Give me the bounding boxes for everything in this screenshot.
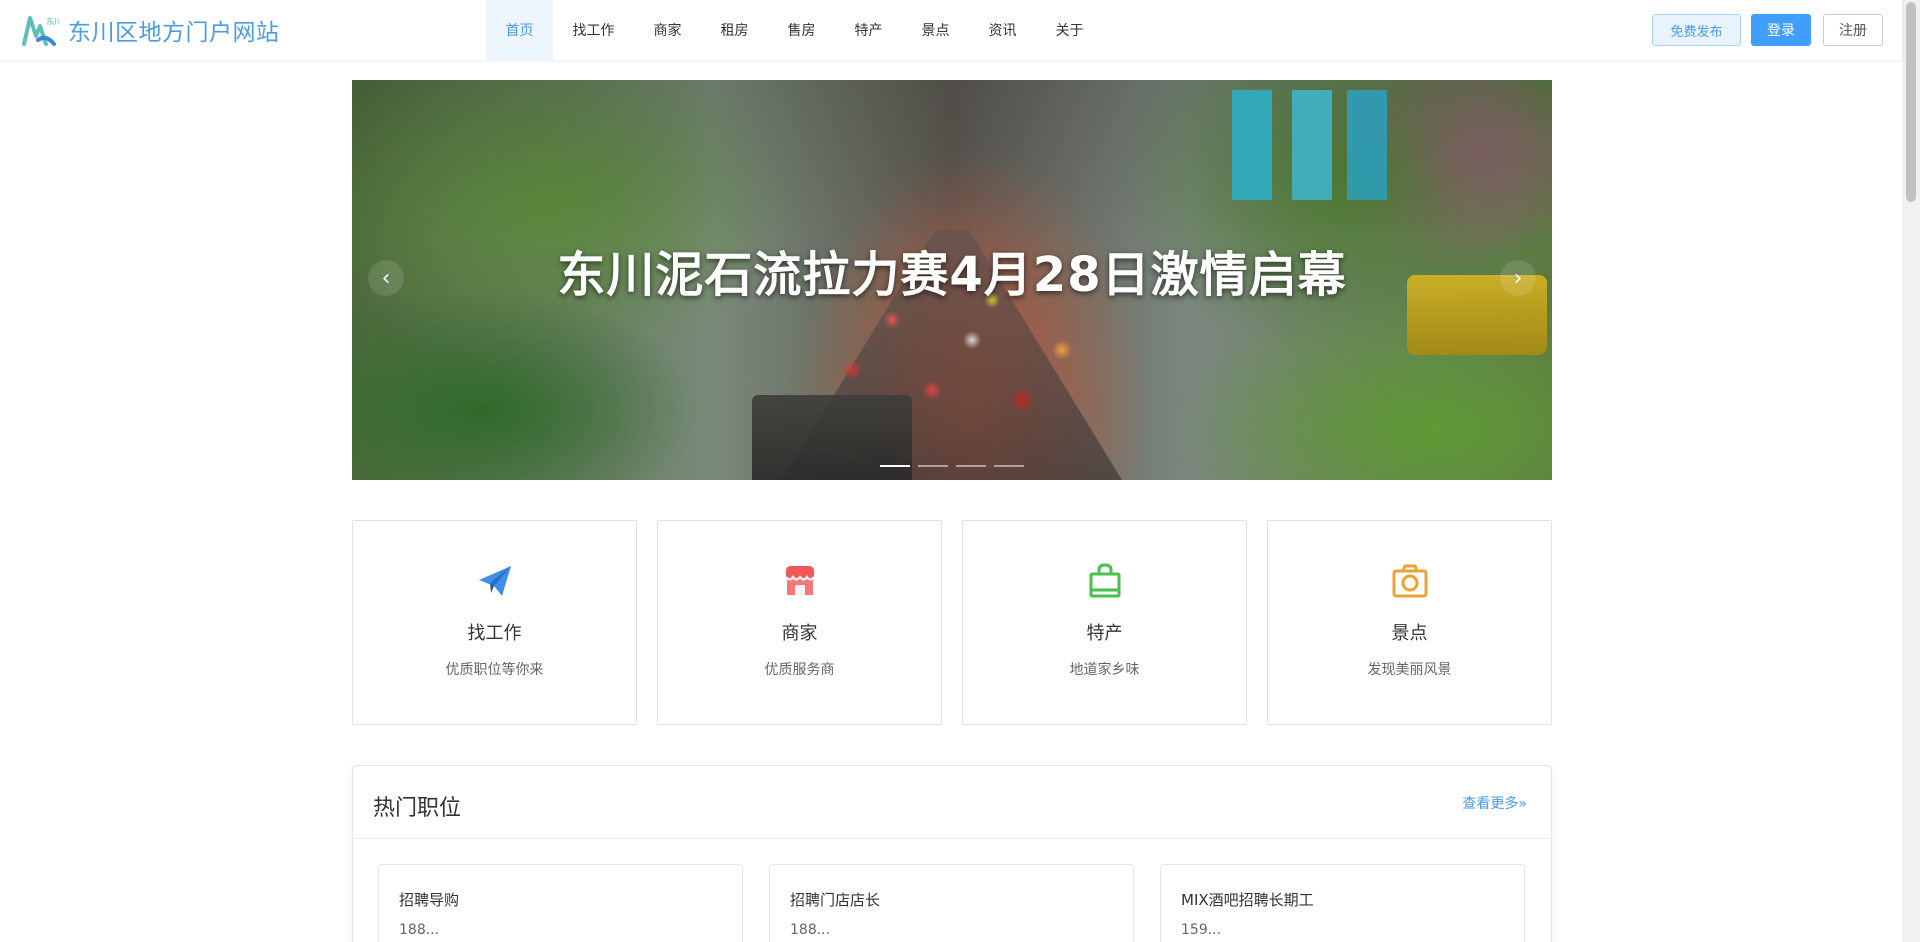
hot-jobs-header: 热门职位 查看更多» xyxy=(353,766,1551,839)
nav-item-rent[interactable]: 租房 xyxy=(701,0,768,60)
category-card-scenic[interactable]: 景点 发现美丽风景 xyxy=(1267,520,1552,725)
category-card-title: 商家 xyxy=(781,623,818,644)
register-button[interactable]: 注册 xyxy=(1823,14,1883,46)
job-card[interactable]: 招聘门店店长 188... xyxy=(769,864,1134,942)
carousel-indicator[interactable] xyxy=(918,465,948,467)
camera-icon xyxy=(1390,561,1430,601)
category-card-subtitle: 发现美丽风景 xyxy=(1367,662,1452,678)
site-name: 东川区地方门户网站 xyxy=(68,20,280,46)
carousel-indicator[interactable] xyxy=(880,465,910,467)
hot-jobs-panel: 热门职位 查看更多» 招聘导购 188... 招聘门店店长 188... MIX… xyxy=(352,765,1552,942)
category-card-subtitle: 优质服务商 xyxy=(764,662,835,678)
nav-item-specialty[interactable]: 特产 xyxy=(835,0,902,60)
category-card-merchants[interactable]: 商家 优质服务商 xyxy=(657,520,942,725)
job-title: MIX酒吧招聘长期工 xyxy=(1181,891,1314,909)
scrollbar-thumb[interactable] xyxy=(1906,2,1916,202)
hot-jobs-more-link[interactable]: 查看更多» xyxy=(1462,793,1527,813)
paper-plane-icon xyxy=(475,561,515,601)
carousel-image-flag xyxy=(1232,90,1272,200)
category-cards: 找工作 优质职位等你来 商家 优质服务商 特产 地道家乡味 景点 发现美丽风景 xyxy=(352,520,1552,725)
nav-item-news[interactable]: 资讯 xyxy=(969,0,1036,60)
category-card-title: 找工作 xyxy=(467,623,522,644)
job-salary: 188... xyxy=(790,922,831,938)
category-card-subtitle: 优质职位等你来 xyxy=(445,662,544,678)
category-card-title: 特产 xyxy=(1086,623,1123,644)
nav-item-sale[interactable]: 售房 xyxy=(768,0,835,60)
job-salary: 188... xyxy=(399,922,440,938)
carousel-prev-arrow-icon[interactable]: ‹ xyxy=(368,260,404,296)
svg-text:东川: 东川 xyxy=(46,16,60,26)
category-card-subtitle: 地道家乡味 xyxy=(1069,662,1140,678)
category-card-title: 景点 xyxy=(1391,623,1428,644)
nav-item-home[interactable]: 首页 xyxy=(486,0,553,60)
hot-jobs-list: 招聘导购 188... 招聘门店店长 188... MIX酒吧招聘长期工 159… xyxy=(378,864,1525,942)
logo-mark-icon: 东川 xyxy=(20,10,62,50)
carousel-slide-title[interactable]: 东川泥石流拉力赛4月28日激情启幕 xyxy=(352,235,1552,305)
category-card-jobs[interactable]: 找工作 优质职位等你来 xyxy=(352,520,637,725)
nav-item-jobs[interactable]: 找工作 xyxy=(553,0,634,60)
main-nav: 首页 找工作 商家 租房 售房 特产 景点 资讯 关于 xyxy=(486,0,1103,60)
category-card-specialty[interactable]: 特产 地道家乡味 xyxy=(962,520,1247,725)
page-scrollbar[interactable] xyxy=(1902,0,1920,942)
carousel-image-flag xyxy=(1347,90,1387,200)
job-card[interactable]: 招聘导购 188... xyxy=(378,864,743,942)
nav-item-scenic[interactable]: 景点 xyxy=(902,0,969,60)
job-card[interactable]: MIX酒吧招聘长期工 159... xyxy=(1160,864,1525,942)
site-logo[interactable]: 东川 东川区地方门户网站 xyxy=(20,12,280,48)
hot-jobs-title: 热门职位 xyxy=(373,796,462,821)
carousel-image-car xyxy=(752,395,912,480)
carousel-indicator[interactable] xyxy=(994,465,1024,467)
hero-carousel: 东川泥石流拉力赛4月28日激情启幕 ‹ › xyxy=(352,80,1552,480)
job-title: 招聘导购 xyxy=(399,891,460,909)
carousel-image-flag xyxy=(1292,90,1332,200)
shopping-bag-icon xyxy=(1085,561,1125,601)
carousel-indicator[interactable] xyxy=(956,465,986,467)
job-title: 招聘门店店长 xyxy=(790,891,881,909)
site-header: 东川 东川区地方门户网站 首页 找工作 商家 租房 售房 特产 景点 资讯 关于… xyxy=(0,0,1902,60)
login-button[interactable]: 登录 xyxy=(1751,14,1811,46)
job-salary: 159... xyxy=(1181,922,1222,938)
store-icon xyxy=(780,561,820,601)
carousel-indicators xyxy=(880,465,1024,467)
free-publish-button[interactable]: 免费发布 xyxy=(1652,14,1741,46)
nav-item-merchants[interactable]: 商家 xyxy=(634,0,701,60)
nav-item-about[interactable]: 关于 xyxy=(1036,0,1103,60)
carousel-next-arrow-icon[interactable]: › xyxy=(1500,260,1536,296)
